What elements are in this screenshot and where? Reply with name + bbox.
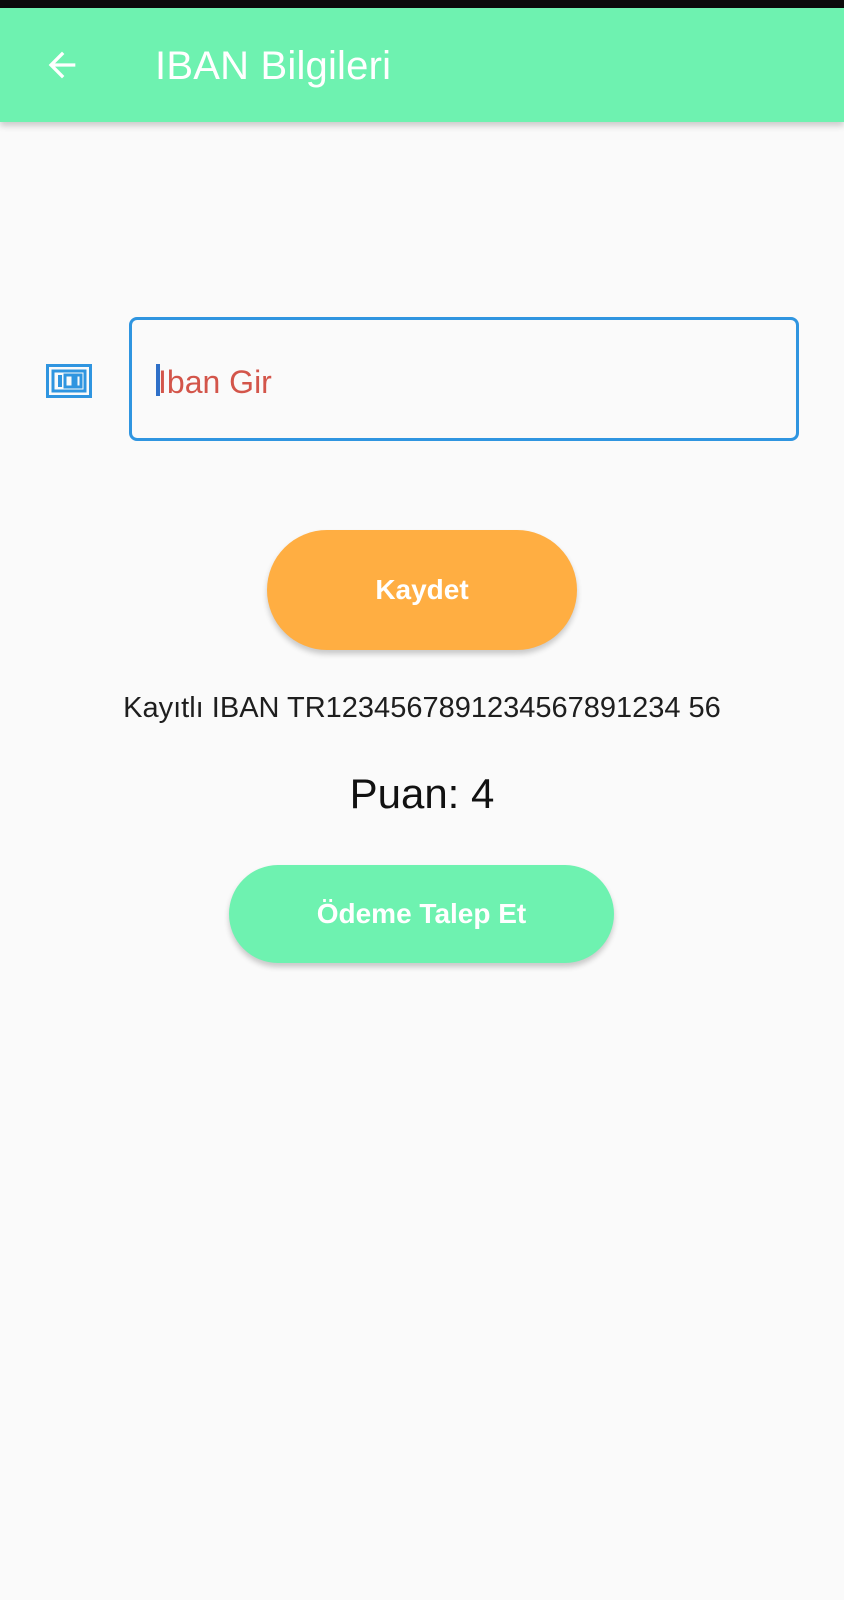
page-title: IBAN Bilgileri [155, 44, 392, 88]
money-icon [46, 364, 92, 398]
status-bar [0, 0, 844, 8]
request-payment-button[interactable]: Ödeme Talep Et [229, 865, 614, 963]
arrow-back-icon [48, 51, 76, 79]
text-cursor [156, 364, 160, 396]
iban-input-field[interactable] [129, 317, 799, 441]
iban-input[interactable] [158, 360, 768, 404]
points-text: Puan: 4 [349, 770, 495, 817]
app-bar: IBAN Bilgileri [0, 8, 844, 122]
save-button[interactable]: Kaydet [267, 530, 577, 650]
back-button[interactable] [38, 41, 86, 89]
saved-iban-text: Kayıtlı IBAN TR1234567891234567891234 56 [123, 692, 721, 724]
